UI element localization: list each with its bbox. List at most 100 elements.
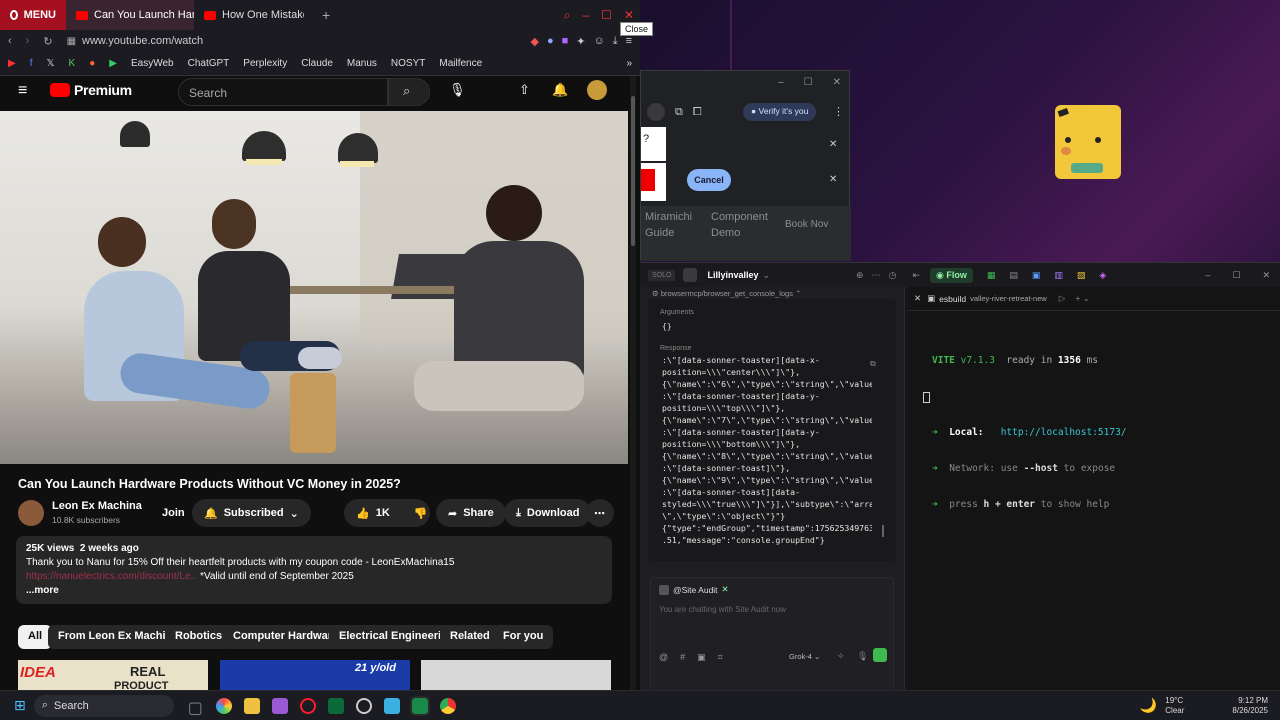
new-tab-button[interactable]: + <box>322 7 330 23</box>
history-icon[interactable]: ◷ <box>889 270 897 281</box>
bookmark-manus[interactable]: Manus <box>347 58 377 69</box>
ide-taskbar-icon[interactable] <box>409 695 430 716</box>
task-view-icon[interactable]: ▢ <box>188 698 204 717</box>
extension-icon[interactable]: ● <box>547 35 554 48</box>
panel-icon[interactable]: ▧ <box>1077 270 1086 281</box>
panel-icon[interactable]: ▤ <box>1009 270 1018 281</box>
maximize-icon[interactable]: ☐ <box>1232 270 1240 281</box>
close-icon[interactable]: ✕ <box>1262 270 1270 281</box>
bookmark-claude[interactable]: Claude <box>301 58 333 69</box>
profile-icon[interactable]: ☺ <box>593 35 604 48</box>
bookmark-facebook-icon[interactable]: f <box>30 58 33 69</box>
reload-icon[interactable]: ↻ <box>35 35 60 48</box>
app-icon[interactable] <box>271 697 288 714</box>
close-tab-icon[interactable]: ✕ <box>914 293 921 304</box>
chip-related[interactable]: Related <box>440 625 500 649</box>
chip-all[interactable]: All <box>18 625 53 649</box>
collapse-icon[interactable]: ⇤ <box>912 270 920 281</box>
channel-avatar[interactable] <box>18 500 44 526</box>
context-icon[interactable]: ⌗ <box>718 652 723 663</box>
grid-icon[interactable]: ▦ <box>61 36 82 47</box>
chrome-icon[interactable] <box>439 697 456 714</box>
sparkle-icon[interactable]: ✧ <box>837 651 845 662</box>
add-terminal-icon[interactable]: + ⌄ <box>1075 293 1089 304</box>
pikachu-widget[interactable] <box>1055 105 1121 179</box>
verify-button[interactable]: ● Verify it's you <box>743 103 817 121</box>
hamburger-icon[interactable]: ≡ <box>18 82 27 100</box>
download-icon[interactable]: ⤓ <box>613 35 618 48</box>
recommended-thumbnail[interactable] <box>421 660 611 690</box>
bookmark-chatgpt[interactable]: ChatGPT <box>188 58 230 69</box>
maximize-icon[interactable]: ☐ <box>601 8 612 22</box>
description-link[interactable]: https://nanuelectrics.com/discount/Le... <box>26 571 196 582</box>
microphone-icon[interactable]: 🎙 <box>857 651 868 662</box>
cast-icon[interactable]: ⧠ <box>693 106 702 119</box>
channel-name[interactable]: Leon Ex Machina <box>52 500 142 512</box>
bookmark-easyweb[interactable]: EasyWeb <box>131 58 174 69</box>
figma-icon[interactable]: ◈ <box>1099 270 1106 281</box>
dislike-icon[interactable]: 👎 <box>414 507 428 520</box>
upload-icon[interactable]: ⇧ <box>519 82 530 98</box>
extension-icon[interactable]: ◆ <box>530 35 538 48</box>
like-count[interactable]: 1K <box>376 507 390 519</box>
chat-input-box[interactable]: @Site Audit ✕ You are chatting with Site… <box>650 577 894 695</box>
bookmark-play-icon[interactable]: ▶ <box>109 58 117 69</box>
more-actions-button[interactable]: ⋯ <box>586 499 614 527</box>
workspace-name[interactable]: Lillyinvalley <box>707 270 758 280</box>
extension-icon[interactable]: ■ <box>562 35 569 48</box>
panel-icon[interactable]: ▥ <box>1054 270 1063 281</box>
add-icon[interactable]: ⊕ <box>856 270 864 281</box>
url-field[interactable]: www.youtube.com/watch <box>82 35 203 47</box>
bookmarks-overflow-icon[interactable]: » <box>626 58 640 69</box>
minimize-icon[interactable]: – <box>778 77 784 88</box>
run-icon[interactable]: ▷ <box>1059 293 1066 304</box>
file-explorer-icon[interactable] <box>243 697 260 714</box>
mention-icon[interactable]: @ <box>659 652 668 663</box>
chevron-down-icon[interactable]: ⌄ <box>762 270 770 281</box>
help-icon[interactable]: ? <box>643 133 649 145</box>
copilot-icon[interactable] <box>215 697 232 714</box>
search-tabs-icon[interactable]: ⌕ <box>564 8 571 23</box>
lock-icon[interactable] <box>647 103 665 121</box>
weather-widget[interactable]: 19°C Clear <box>1165 696 1184 716</box>
recommended-thumbnail[interactable]: 21 y/old <box>220 660 410 690</box>
terminal-tab[interactable]: esbuild <box>939 294 966 304</box>
panel-icon[interactable]: ▣ <box>1032 270 1041 281</box>
close-icon[interactable]: ✕ <box>624 8 634 22</box>
video-player[interactable] <box>0 111 628 464</box>
cancel-button[interactable]: Cancel <box>687 169 731 191</box>
maximize-icon[interactable]: ☐ <box>804 77 813 88</box>
panel-icon[interactable]: ▦ <box>987 270 996 281</box>
description-box[interactable]: 25K views 2 weeks ago Thank you to Nanu … <box>16 536 612 604</box>
opera-menu-button[interactable]: MENU <box>0 0 66 30</box>
youtube-logo[interactable]: Premium <box>50 82 132 98</box>
app-icon[interactable] <box>327 697 344 714</box>
taskbar-search[interactable]: ⌕ Search <box>33 694 174 717</box>
more-icon[interactable]: ⋮ <box>833 105 844 118</box>
minimize-icon[interactable]: – <box>1205 270 1210 281</box>
layout-icon[interactable] <box>683 268 698 282</box>
opera-icon[interactable] <box>299 697 316 714</box>
chip-for-you[interactable]: For you <box>493 625 554 649</box>
local-url-link[interactable]: http://localhost:5173/ <box>1001 427 1127 438</box>
tab-active[interactable]: Can You Launch Hard <box>66 0 194 30</box>
avatar[interactable] <box>587 80 607 100</box>
hash-icon[interactable]: # <box>680 652 685 663</box>
join-button[interactable]: Join <box>150 499 197 527</box>
close-icon[interactable]: ✕ <box>833 77 841 88</box>
notifications-icon[interactable]: 🔔 <box>552 82 568 98</box>
download-button[interactable]: ⤓ Download <box>504 499 592 527</box>
show-more-link[interactable]: ...more <box>26 585 59 596</box>
clock[interactable]: 9:12 PM 8/26/2025 <box>1232 696 1268 716</box>
tab-second[interactable]: How One Mistake Broke C <box>194 0 314 30</box>
chip-robotics[interactable]: Robotics <box>165 625 233 649</box>
github-icon[interactable] <box>355 697 372 714</box>
subscribed-button[interactable]: 🔔 Subscribed ⌄ <box>192 499 311 527</box>
like-icon[interactable]: 👍 <box>356 507 370 520</box>
flow-button[interactable]: ◉ Flow <box>929 267 973 283</box>
microphone-icon[interactable]: 🎙 <box>449 82 466 98</box>
windows-start-icon[interactable]: ⊞ <box>14 697 26 714</box>
share-button[interactable]: ➦ Share <box>436 499 506 527</box>
close-icon[interactable]: ✕ <box>829 139 837 150</box>
send-button[interactable] <box>873 648 887 662</box>
